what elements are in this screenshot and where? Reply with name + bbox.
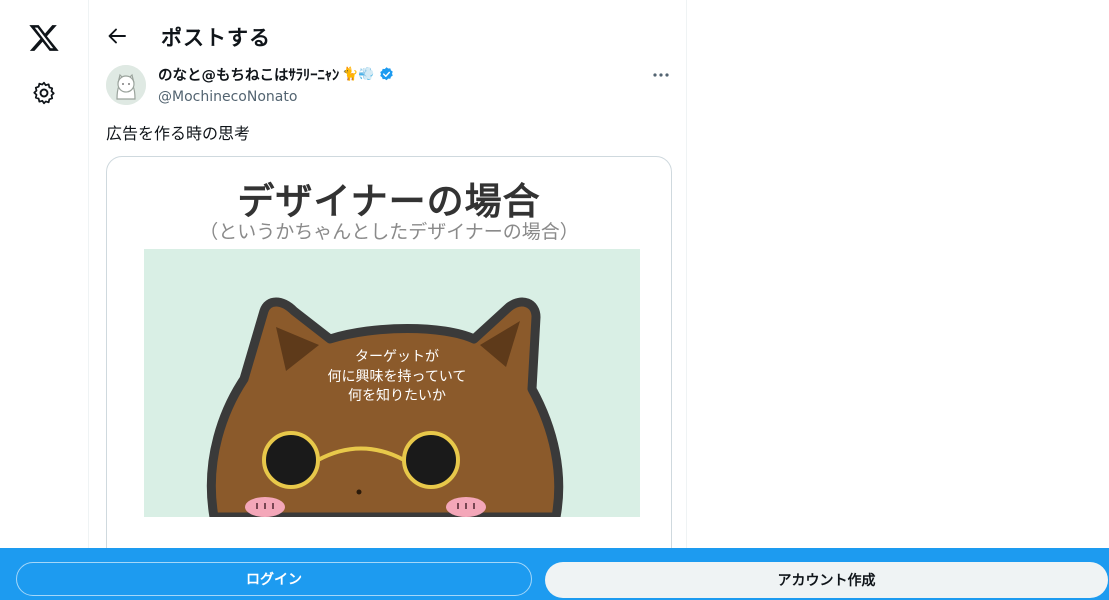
verified-badge-icon [379, 67, 393, 81]
author-block: のなと@もちねこはｻﾗﾘｰﾆｬﾝ 🐈💨 @MochinecoNonato [158, 64, 395, 105]
gear-icon[interactable] [31, 80, 57, 106]
speech-line-2: 何に興味を持っていて [328, 369, 467, 385]
x-logo-icon[interactable] [28, 22, 60, 54]
header: ポストする [89, 0, 688, 70]
author-handle[interactable]: @MochinecoNonato [158, 89, 395, 105]
avatar-cat-icon [106, 65, 146, 105]
main-column: ポストする のなと@もちねこはｻﾗﾘｰﾆｬﾝ 🐈💨 @MochinecoNona… [88, 0, 687, 600]
post-text: 広告を作る時の思考 [106, 124, 251, 143]
author-emoji: 🐈💨 [342, 67, 375, 82]
post-image-card[interactable]: デザイナーの場合 （というかちゃんとしたデザイナーの場合） ターゲットが 何に興… [106, 156, 672, 576]
cat-with-sunglasses-illustration: ターゲットが 何に興味を持っていて 何を知りたいか [144, 249, 640, 517]
more-options-icon[interactable] [647, 64, 675, 86]
image-subheading: （というかちゃんとしたデザイナーの場合） [199, 221, 579, 243]
author-name[interactable]: のなと@もちねこはｻﾗﾘｰﾆｬﾝ [158, 64, 339, 85]
create-account-button[interactable]: アカウント作成 [545, 562, 1108, 598]
avatar[interactable] [106, 65, 146, 105]
back-arrow-icon[interactable] [105, 24, 129, 48]
speech-line-3: 何を知りたいか [348, 387, 446, 404]
left-nav [0, 0, 88, 600]
speech-line-1: ターゲットが [355, 349, 439, 365]
page-title: ポストする [161, 26, 271, 50]
login-button[interactable]: ログイン [16, 562, 532, 596]
bottom-auth-bar: ログイン アカウント作成 [0, 548, 1109, 600]
